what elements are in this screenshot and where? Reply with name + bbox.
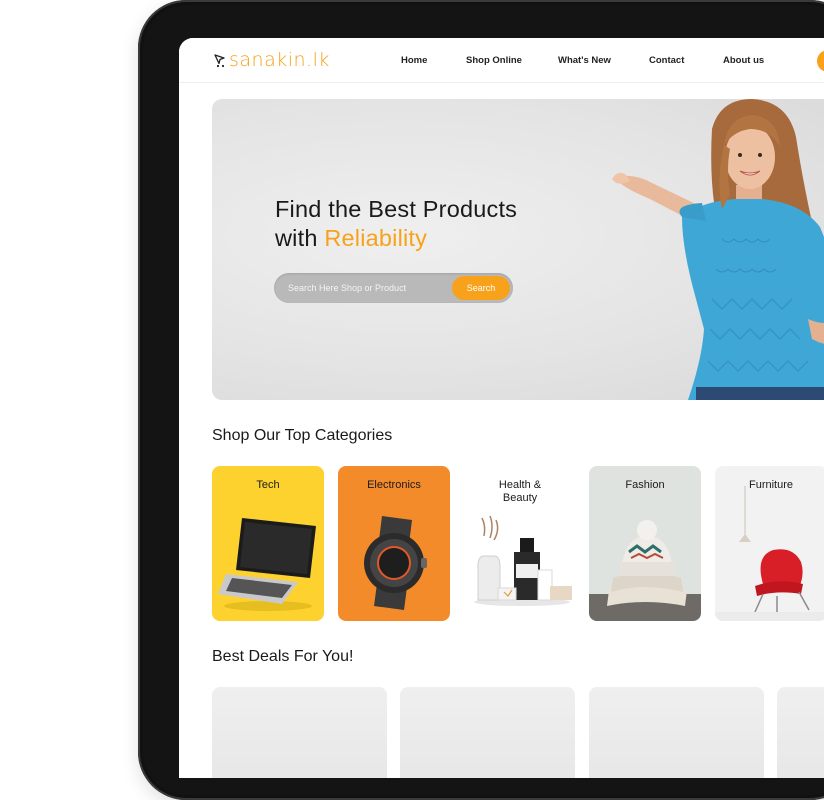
category-card-furniture[interactable]: Furniture [715,466,824,621]
nav-shop-online[interactable]: Shop Online [466,38,522,82]
hero-banner: Find the Best Products with Reliability … [212,99,824,400]
category-card-electronics[interactable]: Electronics [338,466,450,621]
categories-section-title: Shop Our Top Categories [212,427,393,444]
category-card-tech[interactable]: Tech [212,466,324,621]
category-card-fashion[interactable]: Fashion [589,466,701,621]
deal-card[interactable] [589,687,764,778]
deal-card[interactable] [777,687,824,778]
cosmetics-icon [474,515,572,606]
nav-contact[interactable]: Contact [649,38,684,82]
deal-card[interactable] [400,687,575,778]
hero-title-line2: with Reliability [275,224,517,253]
hero-title: Find the Best Products with Reliability [275,195,517,253]
hero-title-accent: Reliability [324,225,428,251]
deals-section-title: Best Deals For You! [212,648,354,665]
hero-model-image [612,99,824,400]
site-header: sanakin.lk Home Shop Online What's New C… [179,38,824,83]
browser-screen: sanakin.lk Home Shop Online What's New C… [179,38,824,778]
search-input[interactable] [274,273,458,303]
knit-hat-icon [589,520,701,621]
smartwatch-icon [364,516,427,610]
nav-about-us[interactable]: About us [723,38,764,82]
hero-title-line1: Find the Best Products [275,196,518,222]
cart-cursor-icon [214,54,225,68]
laptop-icon [218,518,316,611]
nav-home[interactable]: Home [401,38,427,82]
account-button[interactable] [817,50,824,72]
category-card-health-beauty[interactable]: Health & Beauty [464,466,576,621]
hero-title-prefix: with [275,225,318,251]
search-button[interactable]: Search [452,276,510,300]
hero-search-bar: Search [274,273,513,303]
nav-whats-new[interactable]: What's New [558,38,611,82]
logo-text: sanakin.lk [229,49,330,71]
armchair-icon [715,486,824,621]
site-logo[interactable]: sanakin.lk [212,49,330,71]
deal-card[interactable] [212,687,387,778]
